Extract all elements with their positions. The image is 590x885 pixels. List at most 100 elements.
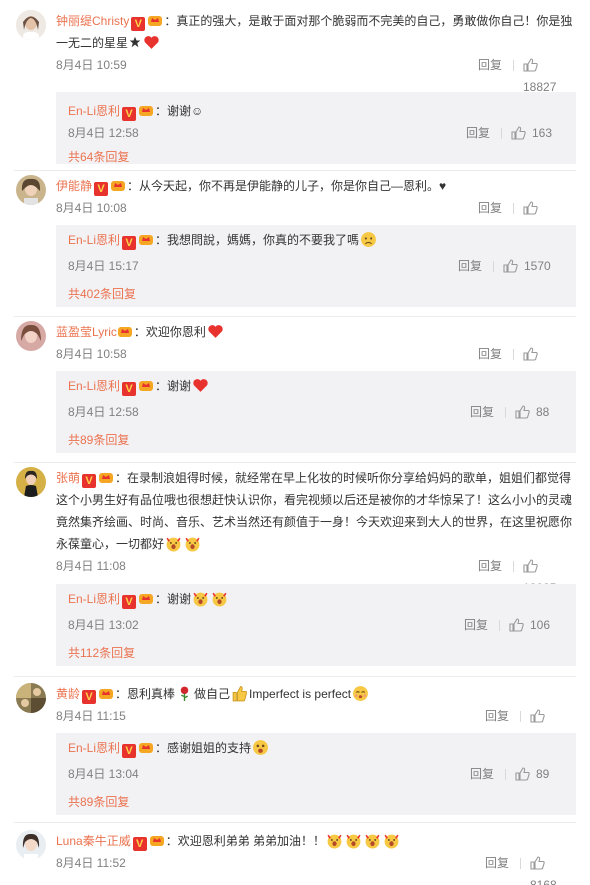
comment-meta: 8月4日 10:59 回复 18827 [56,54,576,94]
reply-text: En-Li恩利 V ：谢谢 [68,375,568,397]
cheer-emoji [327,834,342,849]
divider [14,170,576,171]
avatar[interactable] [16,321,46,351]
cheer-emoji [193,592,208,607]
reply-button[interactable]: 回复 [478,197,502,219]
crown-icon [148,16,163,26]
cheer-emoji [384,834,399,849]
like-button[interactable]: 89 [515,759,549,789]
reply-button[interactable]: 回复 [478,54,502,76]
comment-body: ：恩利真棒 [115,687,176,701]
thumbs-up-icon [509,618,524,632]
reply-button[interactable]: 回复 [458,251,482,281]
reply-meta: 8月4日 12:58 回复 88 [68,397,568,427]
divider [505,407,506,418]
cheer-emoji [346,834,361,849]
comment-item: 蓝盈莹Lyric ：欢迎你恩利 8月4日 10:58 回复 12944 En-Li… [0,321,590,461]
like-button[interactable]: 1570 [503,251,551,281]
thumbs-up-icon [515,767,530,781]
vip-badge: V [94,182,109,196]
reply-body: ：我想問說，媽媽，你真的不要我了嗎 [155,233,360,247]
crown-icon [139,381,154,391]
comment-meta: 8月4日 11:08 回复 12025 [56,555,576,595]
reply-button[interactable]: 回复 [478,555,502,577]
red-heart-icon [144,36,159,49]
like-button[interactable]: 106 [509,610,550,640]
like-count: 8168 [530,878,557,885]
reply-username[interactable]: En-Li恩利 [68,379,120,393]
reply-body: ：谢谢☺ [155,104,204,118]
username[interactable]: Luna秦牛正威 [56,834,131,848]
like-button[interactable]: 8168 [530,852,576,885]
like-button[interactable]: 88 [515,397,549,427]
comment-item: 黄龄 V ：恩利真棒 做自己 Imperfect is perfect 8月4日 11:… [0,683,590,823]
reply-meta: 8月4日 12:58 回复 163 [68,122,568,144]
more-replies-link[interactable]: 共89条回复 [68,433,129,447]
cheer-emoji [212,592,227,607]
username[interactable]: 伊能静 [56,179,92,193]
more-replies-link[interactable]: 共64条回复 [68,150,129,164]
thumbs-up-icon [523,347,538,361]
comment-text: 蓝盈莹Lyric ：欢迎你恩利 [56,321,576,343]
reply-date: 8月4日 13:04 [68,767,139,781]
crown-icon [139,235,154,245]
comment-date: 8月4日 10:58 [56,347,127,361]
avatar[interactable] [16,467,46,497]
crown-icon [139,594,154,604]
thumbs-up-emoji [232,686,248,702]
divider [14,462,576,463]
like-count: 106 [530,618,551,632]
reply-text: En-Li恩利 V ：谢谢 [68,588,568,610]
username[interactable]: 黄龄 [56,687,80,701]
reply-button[interactable]: 回复 [470,759,494,789]
cheer-emoji [185,537,200,552]
reply-body: ：感谢姐姐的支持 [155,741,252,755]
crown-icon [117,327,132,337]
comment-item: Luna秦牛正威 V ：欢迎恩利弟弟 弟弟加油！！ 8月4日 11:52 回复 81… [0,830,590,885]
comment-body: ：在录制浪姐得时候，就经常在早上化妆的时候听你分享给妈妈的歌单，姐姐们都觉得这个… [56,471,573,551]
reply-box: En-Li恩利 V ：感谢姐姐的支持 8月4日 13:04 回复 89 共89条回复 [56,733,576,815]
divider [520,858,521,869]
thumbs-up-icon [523,559,538,573]
reply-button[interactable]: 回复 [464,610,488,640]
vip-badge: V [82,474,97,488]
reply-button[interactable]: 回复 [466,122,490,144]
username[interactable]: 蓝盈莹Lyric [56,325,117,339]
more-replies-link[interactable]: 共89条回复 [68,795,129,809]
cheer-emoji [365,834,380,849]
divider [501,128,502,139]
thumbs-up-icon [530,709,545,723]
more-replies-link[interactable]: 共402条回复 [68,287,136,301]
sad-face-emoji [361,232,376,247]
comment-text: 钟丽缇Christy V ：真正的强大，是敢于面对那个脆弱而不完美的自己，勇敢做你自… [56,10,576,54]
reply-username[interactable]: En-Li恩利 [68,104,120,118]
reply-username[interactable]: En-Li恩利 [68,741,120,755]
cheer-emoji [166,537,181,552]
avatar[interactable] [16,830,46,860]
comment-item: 伊能静 V ：从今天起，你不再是伊能静的儿子，你是你自己—恩利。♥ 8月4日 10:… [0,175,590,315]
reply-box: En-Li恩利 V ：谢谢☺ 8月4日 12:58 回复 163 共64条回复 [56,92,576,164]
comment-item: 钟丽缇Christy V ：真正的强大，是敢于面对那个脆弱而不完美的自己，勇敢做你自… [0,10,590,170]
divider [513,561,514,572]
reply-button[interactable]: 回复 [470,397,494,427]
username[interactable]: 张萌 [56,471,80,485]
comment-text: 张萌 V ：在录制浪姐得时候，就经常在早上化妆的时候听你分享给妈妈的歌单，姐姐们都觉… [56,467,576,555]
reply-button[interactable]: 回复 [485,705,509,727]
crown-icon [111,181,126,191]
reply-box: En-Li恩利 V ：我想問說，媽媽，你真的不要我了嗎 8月4日 15:17 回复 … [56,225,576,307]
reply-date: 8月4日 12:58 [68,126,139,140]
reply-username[interactable]: En-Li恩利 [68,233,120,247]
username[interactable]: 钟丽缇Christy [56,14,129,28]
like-button[interactable]: 163 [511,122,552,144]
comment-text: Luna秦牛正威 V ：欢迎恩利弟弟 弟弟加油！！ [56,830,576,852]
comment-body: ：从今天起，你不再是伊能静的儿子，你是你自己—恩利。♥ [127,179,447,193]
reply-button[interactable]: 回复 [478,343,502,365]
more-replies-link[interactable]: 共112条回复 [68,646,135,660]
vip-badge: V [122,107,137,121]
like-count: 89 [536,767,550,781]
avatar[interactable] [16,10,46,40]
avatar[interactable] [16,683,46,713]
reply-username[interactable]: En-Li恩利 [68,592,120,606]
avatar[interactable] [16,175,46,205]
reply-button[interactable]: 回复 [485,852,509,874]
